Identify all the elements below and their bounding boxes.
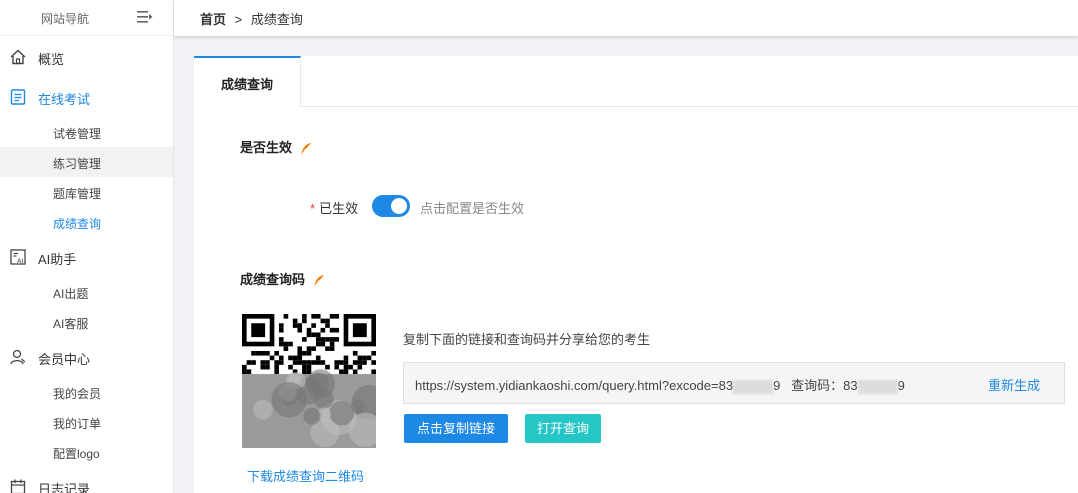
sidebar-item-label: 配置logo xyxy=(53,447,100,461)
sidebar-item-label: 在线考试 xyxy=(38,92,91,107)
redacted-mask xyxy=(733,379,774,394)
redacted-mask xyxy=(857,379,898,394)
user-icon xyxy=(10,349,26,365)
sidebar-item-score-query[interactable]: 成绩查询 xyxy=(0,207,173,237)
download-qr-link[interactable]: 下载成绩查询二维码 xyxy=(247,466,364,485)
breadcrumb-home[interactable]: 首页 xyxy=(200,12,226,27)
share-link-text[interactable]: https://system.yidiankaoshi.com/query.ht… xyxy=(415,375,905,394)
exam-document-icon xyxy=(10,89,26,105)
sidebar-item-question-bank[interactable]: 题库管理 xyxy=(0,177,173,207)
menu-collapse-icon[interactable] xyxy=(137,10,153,24)
sidebar-item-label: AI出题 xyxy=(53,287,89,301)
sidebar-item-overview[interactable]: 概览 xyxy=(0,42,173,72)
regenerate-link[interactable]: 重新生成 xyxy=(988,375,1040,394)
effective-hint: 点击配置是否生效 xyxy=(420,201,525,216)
share-url-prefix: https://system.yidiankaoshi.com/query.ht… xyxy=(415,378,734,393)
share-link-box: https://system.yidiankaoshi.com/query.ht… xyxy=(403,362,1065,404)
sidebar-item-log[interactable]: 日志记录 xyxy=(0,472,173,493)
query-code-section: 成绩查询码 xyxy=(240,269,325,288)
sidebar-item-label: 练习管理 xyxy=(53,157,102,171)
top-bar: 首页 > 成绩查询 xyxy=(174,0,1078,36)
sidebar-item-label: 我的订单 xyxy=(53,417,102,431)
ai-icon: AI xyxy=(10,249,26,265)
svg-text:AI: AI xyxy=(17,257,23,265)
sidebar-item-online-exam[interactable]: 在线考试 xyxy=(0,82,173,112)
effective-section: 是否生效 xyxy=(240,137,312,156)
feather-icon xyxy=(300,142,311,155)
sidebar-item-label: 我的会员 xyxy=(53,387,102,401)
breadcrumb-separator: > xyxy=(234,12,243,27)
sidebar-item-label: 成绩查询 xyxy=(53,217,102,231)
tab-bar: 成绩查询 xyxy=(194,56,1078,107)
sidebar-item-ai-service[interactable]: AI客服 xyxy=(0,307,173,337)
sidebar-title: 网站导航 xyxy=(41,12,90,26)
sidebar-item-member-center[interactable]: 会员中心 xyxy=(0,342,173,372)
breadcrumb-current: 成绩查询 xyxy=(250,12,303,27)
query-code-label: 查询码：83 xyxy=(791,378,858,393)
copy-link-button[interactable]: 点击复制链接 xyxy=(404,414,508,443)
sidebar-item-label: 日志记录 xyxy=(38,482,91,493)
query-code-section-title: 成绩查询码 xyxy=(240,272,306,287)
tab-score-query[interactable]: 成绩查询 xyxy=(194,56,301,107)
sidebar-item-ai-assistant[interactable]: AI AI助手 xyxy=(0,242,173,272)
share-tip: 复制下面的链接和查询码并分享给您的考生 xyxy=(403,332,651,347)
sidebar-item-label: AI客服 xyxy=(53,317,89,331)
sidebar: 网站导航 概览 在线考试 试卷管理 练习管理 题库管理 成绩查询 AI AI助手… xyxy=(0,0,174,493)
effective-toggle[interactable] xyxy=(372,195,410,217)
sidebar-item-label: 试卷管理 xyxy=(53,127,102,141)
calendar-icon xyxy=(10,479,26,493)
effective-field-label: * 已生效 xyxy=(310,198,358,217)
sidebar-item-my-orders[interactable]: 我的订单 xyxy=(0,407,173,437)
sidebar-item-label: 会员中心 xyxy=(38,352,91,367)
share-url-suffix: 9 xyxy=(773,378,781,393)
sidebar-item-label: AI助手 xyxy=(38,252,77,267)
qr-code-image xyxy=(242,314,376,448)
sidebar-item-label: 题库管理 xyxy=(53,187,102,201)
breadcrumb: 首页 > 成绩查询 xyxy=(200,9,303,28)
open-query-button[interactable]: 打开查询 xyxy=(525,414,601,443)
sidebar-item-ai-question[interactable]: AI出题 xyxy=(0,277,173,307)
query-code-suffix: 9 xyxy=(897,378,905,393)
required-mark: * xyxy=(310,201,316,216)
sidebar-item-my-membership[interactable]: 我的会员 xyxy=(0,377,173,407)
main-card: 成绩查询 是否生效 * 已生效 点击配置是否生效 成绩查询码 下载成绩查询二维码 … xyxy=(194,56,1078,493)
toggle-knob xyxy=(391,198,407,214)
sidebar-header: 网站导航 xyxy=(0,0,173,36)
home-icon xyxy=(10,49,26,65)
sidebar-item-label: 概览 xyxy=(38,52,65,67)
feather-icon xyxy=(313,274,324,287)
sidebar-item-paper-manage[interactable]: 试卷管理 xyxy=(0,117,173,147)
sidebar-item-practice-manage[interactable]: 练习管理 xyxy=(0,147,173,177)
sidebar-item-config-logo[interactable]: 配置logo xyxy=(0,437,173,467)
effective-label: 已生效 xyxy=(319,201,359,216)
effective-section-title: 是否生效 xyxy=(240,140,293,155)
